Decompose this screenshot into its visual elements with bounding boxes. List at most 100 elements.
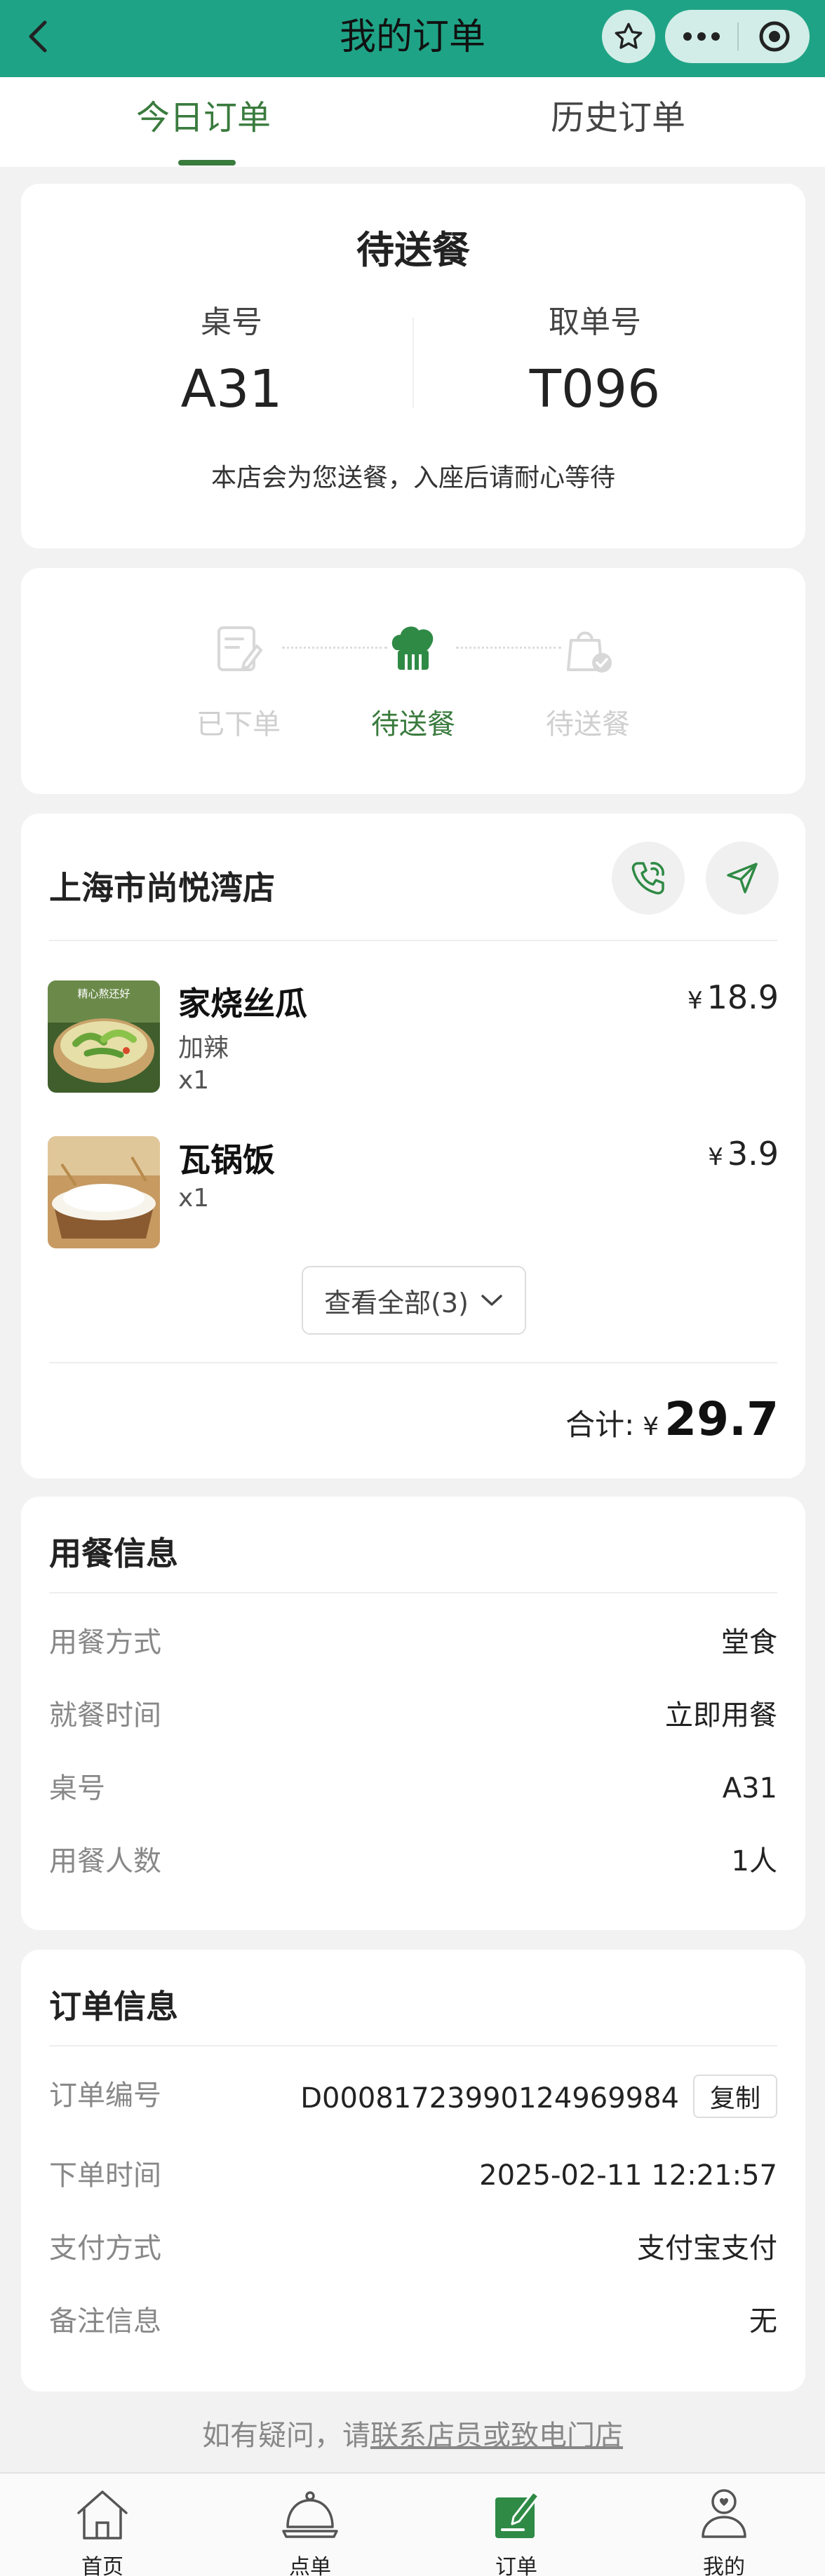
home-icon [32, 2483, 173, 2541]
total-label: 合计: [565, 1408, 635, 1442]
dish-image: 精心熬还好 [48, 980, 160, 1093]
progress-step-awaiting-delivery: 待送餐 [336, 617, 490, 742]
nav-bar: 我的订单 [0, 0, 825, 77]
order-number: D0008172399012496998​4 [300, 2082, 679, 2115]
info-row: 用餐方式 堂食 [49, 1621, 777, 1664]
info-key: 用餐人数 [49, 1845, 161, 1877]
info-row: 就餐时间 立即用餐 [49, 1694, 777, 1737]
shopping-bag-check-icon [511, 617, 665, 680]
info-row: 备注信息 无 [49, 2300, 777, 2342]
nav-label: 订单 [495, 2555, 537, 2576]
info-value: A31 [722, 1772, 777, 1805]
order-note-icon [161, 617, 316, 680]
dish-image [48, 1136, 160, 1248]
help-note: 如有疑问，请联系店员或致电门店 [0, 2413, 825, 2453]
progress-step-delivered: 待送餐 [511, 617, 665, 742]
nav-label: 我的 [703, 2555, 745, 2576]
info-row: 支付方式 支付宝支付 [49, 2227, 777, 2270]
dish-price: ¥3.9 [708, 1135, 779, 1173]
contact-store-link[interactable]: 联系店员或致电门店 [370, 2420, 623, 2452]
active-tab-indicator [178, 160, 236, 166]
section-title: 订单信息 [49, 1988, 178, 2025]
pickup-number-block: 取单号 T096 [412, 303, 777, 421]
table-number-block: 桌号 A31 [49, 303, 414, 421]
info-key: 就餐时间 [49, 1699, 161, 1732]
info-row: 订单编号 D0008172399012496998​4 复制 [49, 2075, 777, 2121]
info-value: 2025-02-11 12:21:57 [479, 2159, 777, 2192]
order-total: 合计: ¥ 29.7 [565, 1392, 779, 1446]
service-notice: 本店会为您送餐，入座后请耐心等待 [210, 464, 615, 492]
nav-item-profile[interactable]: 我的 [654, 2483, 794, 2576]
star-icon [615, 22, 643, 49]
info-key: 下单时间 [49, 2159, 161, 2192]
info-value: 立即用餐 [665, 1699, 777, 1732]
order-edit-icon [446, 2483, 586, 2541]
navigate-to-store-button[interactable] [706, 842, 779, 915]
total-amount: 29.7 [664, 1392, 779, 1446]
info-row: 用餐人数 1人 [49, 1840, 777, 1882]
chevron-down-icon [481, 1295, 502, 1306]
cloche-icon [240, 2483, 380, 2541]
order-info-card: 订单信息 订单编号 D0008172399012496998​4 复制 下单时间… [21, 1950, 805, 2392]
total-currency: ¥ [643, 1412, 659, 1441]
dish-image-caption: 精心熬还好 [77, 987, 130, 1000]
info-value: 支付宝支付 [637, 2232, 777, 2265]
phone-icon [631, 862, 664, 895]
dish-quantity: x1 [178, 1066, 210, 1095]
section-title: 用餐信息 [49, 1535, 178, 1572]
order-status-card: 待送餐 桌号 A31 取单号 T096 本店会为您送餐，入座后请耐心等待 [21, 184, 805, 548]
chef-hat-icon [336, 617, 490, 680]
order-status-title: 待送餐 [356, 228, 470, 272]
info-value: 堂食 [721, 1626, 777, 1659]
divider [49, 940, 777, 941]
favorite-button[interactable] [602, 10, 655, 63]
info-key: 支付方式 [49, 2232, 161, 2265]
info-key: 订单编号 [49, 2079, 161, 2112]
user-heart-icon [654, 2483, 794, 2541]
help-note-prefix: 如有疑问，请 [202, 2420, 370, 2452]
tab-today-orders[interactable]: 今日订单 [136, 97, 271, 139]
divider [49, 2045, 777, 2046]
progress-step-ordered-label: 已下单 [196, 708, 281, 741]
nav-label: 首页 [81, 2555, 123, 2576]
nav-item-orders[interactable]: 订单 [446, 2483, 586, 2576]
info-key: 桌号 [49, 1772, 105, 1805]
more-dots-icon [683, 32, 720, 41]
info-key: 用餐方式 [49, 1626, 161, 1659]
call-store-button[interactable] [612, 842, 685, 915]
dish-name: 家烧丝瓜 [178, 985, 307, 1023]
mini-program-capsule [665, 10, 810, 63]
dining-info-card: 用餐信息 用餐方式 堂食 就餐时间 立即用餐 桌号 A31 用餐人数 1人 [21, 1497, 805, 1930]
table-number-value: A31 [180, 359, 283, 419]
dish-price: ¥18.9 [687, 978, 779, 1016]
more-button[interactable] [665, 32, 737, 41]
copy-order-number-button[interactable]: 复制 [693, 2075, 777, 2118]
close-button[interactable] [739, 20, 810, 53]
view-all-items-button[interactable]: 查看全部(3) [302, 1266, 526, 1335]
info-value: 1人 [731, 1845, 777, 1877]
dish-name: 瓦锅饭 [178, 1141, 275, 1179]
table-number-label: 桌号 [201, 304, 262, 340]
divider [49, 1362, 777, 1363]
order-progress-card: 已下单 待送餐 待送餐 [21, 568, 805, 794]
view-all-label: 查看全部(3) [324, 1287, 469, 1319]
progress-step-awaiting-delivery-label: 待送餐 [371, 708, 455, 741]
bottom-tab-bar: 首页 点单 订单 我的 [0, 2472, 825, 2576]
info-key: 备注信息 [49, 2305, 161, 2338]
progress-step-delivered-label: 待送餐 [546, 708, 630, 741]
navigation-arrow-icon [727, 863, 758, 893]
dish-option: 加辣 [178, 1034, 229, 1063]
nav-item-home[interactable]: 首页 [32, 2483, 173, 2576]
nav-item-menu[interactable]: 点单 [240, 2483, 380, 2576]
progress-step-ordered: 已下单 [161, 617, 316, 742]
info-row: 下单时间 2025-02-11 12:21:57 [49, 2154, 777, 2197]
order-tabs: 今日订单 历史订单 [0, 77, 825, 167]
target-icon [759, 21, 789, 52]
nav-label: 点单 [289, 2555, 331, 2576]
info-value: 无 [749, 2305, 777, 2338]
dish-quantity: x1 [178, 1184, 210, 1213]
tab-history-orders[interactable]: 历史订单 [551, 97, 685, 139]
divider [49, 1592, 777, 1593]
order-detail-card: 上海市尚悦湾店 精心熬还好 家烧丝瓜 加辣 x1 ¥18.9 瓦锅饭 x1 ¥ … [21, 814, 805, 1478]
store-name: 上海市尚悦湾店 [49, 869, 275, 907]
